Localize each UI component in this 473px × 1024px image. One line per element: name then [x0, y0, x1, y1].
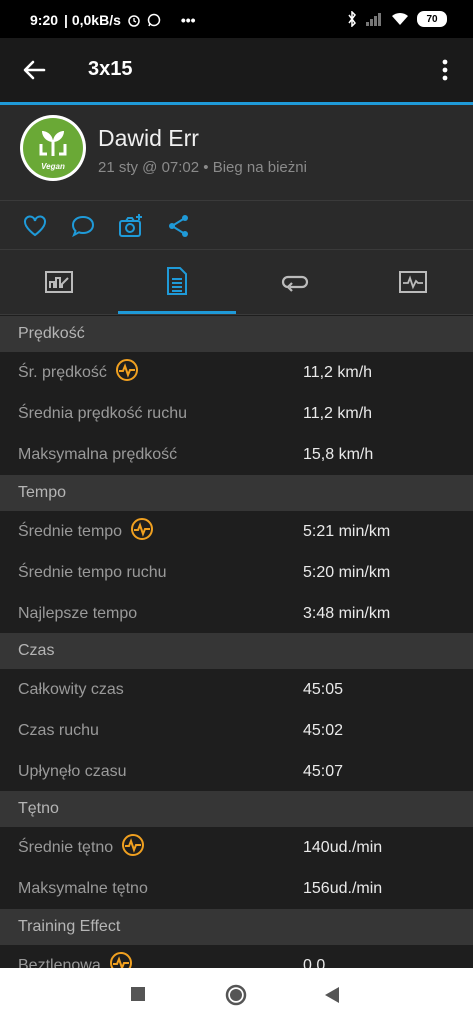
- stat-label: Upłynęło czasu: [18, 763, 127, 780]
- back-arrow-icon[interactable]: [20, 56, 48, 84]
- activity-tabs: [0, 250, 473, 315]
- stat-label: Śr. prędkość: [18, 364, 107, 381]
- whatsapp-icon: [147, 13, 161, 27]
- clock: 9:20: [30, 12, 59, 28]
- stat-label: Czas ruchu: [18, 722, 99, 739]
- section-header-speed: Prędkość: [0, 316, 473, 352]
- stat-row: Czas ruchu 45:02: [0, 710, 473, 751]
- chart-icon: [45, 271, 73, 293]
- avatar-badge-text: Vegan: [41, 162, 65, 171]
- stat-value: 140ud./min: [303, 839, 383, 856]
- stat-label: Całkowity czas: [18, 681, 124, 698]
- overflow-menu-icon[interactable]: [435, 56, 455, 84]
- stat-row: Średnie tempo 5:21 min/km: [0, 511, 473, 552]
- more-notifications-icon: •••: [180, 12, 196, 28]
- tab-laps[interactable]: [236, 250, 354, 314]
- stat-row: Śr. prędkość 11,2 km/h: [0, 352, 473, 393]
- graph-icon: [399, 271, 427, 293]
- stat-value: 11,2 km/h: [303, 405, 373, 422]
- camera-add-icon[interactable]: [118, 213, 144, 239]
- avatar[interactable]: Vegan: [20, 115, 86, 181]
- stat-row: Średnie tempo ruchu 5:20 min/km: [0, 552, 473, 593]
- stat-row: Najlepsze tempo 3:48 min/km: [0, 593, 473, 634]
- section-header-training-effect: Training Effect: [0, 909, 473, 945]
- stat-value: 5:21 min/km: [303, 523, 391, 540]
- comment-icon[interactable]: [70, 213, 96, 239]
- back-icon[interactable]: [324, 986, 340, 1004]
- stat-value: 3:48 min/km: [303, 605, 391, 622]
- section-header-heart-rate: Tętno: [0, 791, 473, 827]
- app-bar: 3x15: [0, 38, 473, 105]
- stat-row: Średnia prędkość ruchu 11,2 km/h: [0, 393, 473, 434]
- user-name[interactable]: Dawid Err: [98, 125, 199, 152]
- stat-row: Maksymalne tętno 156ud./min: [0, 868, 473, 909]
- stat-row: Całkowity czas 45:05: [0, 669, 473, 710]
- stat-row: Średnie tętno 140ud./min: [0, 827, 473, 868]
- laps-icon: [281, 275, 309, 292]
- stat-label: Najlepsze tempo: [18, 605, 138, 622]
- stat-label: Średnie tętno: [18, 839, 114, 856]
- alarm-icon: [128, 15, 140, 27]
- heart-rate-icon[interactable]: [121, 833, 145, 857]
- stat-value: 45:02: [303, 722, 344, 739]
- vegan-leaf-icon: [39, 131, 67, 156]
- stat-value: 45:07: [303, 763, 344, 780]
- activity-meta: 21 sty @ 07:02 • Bieg na bieżni: [98, 159, 307, 176]
- stat-row: Maksymalna prędkość 15,8 km/h: [0, 434, 473, 475]
- stat-value: 45:05: [303, 681, 344, 698]
- status-bar: 9:20 | 0,0kB/s ••• 70: [0, 0, 473, 38]
- details-icon: [167, 266, 187, 295]
- network-speed: | 0,0kB/s: [64, 12, 121, 28]
- heart-rate-icon[interactable]: [115, 358, 139, 382]
- share-icon[interactable]: [166, 213, 192, 239]
- bluetooth-icon: [348, 11, 356, 27]
- stat-label: Średnie tempo ruchu: [18, 564, 167, 581]
- recent-apps-icon[interactable]: [130, 986, 146, 1002]
- page-title: 3x15: [88, 58, 133, 80]
- tab-details[interactable]: [118, 250, 236, 314]
- tab-graphs[interactable]: [354, 250, 472, 314]
- home-icon[interactable]: [224, 983, 248, 1007]
- stat-label: Średnia prędkość ruchu: [18, 405, 187, 422]
- stat-value: 15,8 km/h: [303, 446, 374, 463]
- stat-value: 5:20 min/km: [303, 564, 391, 581]
- system-nav-bar: [0, 968, 473, 1024]
- section-header-pace: Tempo: [0, 475, 473, 511]
- stat-row: Upłynęło czasu 45:07: [0, 751, 473, 792]
- heart-icon[interactable]: [22, 213, 48, 239]
- battery-icon: 70: [417, 11, 447, 27]
- stat-label: Maksymalna prędkość: [18, 446, 178, 463]
- signal-icon: [366, 13, 381, 26]
- activity-header: Vegan Dawid Err 21 sty @ 07:02 • Bieg na…: [0, 105, 473, 201]
- stat-value: 156ud./min: [303, 880, 383, 897]
- tab-overview[interactable]: [0, 250, 118, 314]
- section-header-time: Czas: [0, 633, 473, 669]
- stat-label: Średnie tempo: [18, 523, 123, 540]
- action-bar: [0, 201, 473, 250]
- stat-value: 11,2 km/h: [303, 364, 373, 381]
- heart-rate-icon[interactable]: [130, 517, 154, 541]
- wifi-icon: [392, 12, 408, 25]
- stat-label: Maksymalne tętno: [18, 880, 148, 897]
